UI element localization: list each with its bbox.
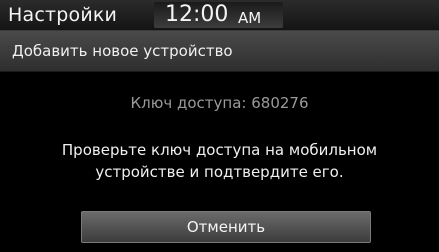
passkey-line: Ключ доступа: 680276 [0,93,439,113]
page-title: Настройки [8,4,118,26]
section-title: Добавить новое устройство [12,42,233,60]
clock: 12:00 AM [154,2,283,28]
clock-ampm: AM [238,9,262,27]
section-header: Добавить новое устройство [0,31,439,72]
clock-time: 12:00 [165,2,229,27]
cancel-button[interactable]: Отменить [81,211,371,243]
message-line-1: Проверьте ключ доступа на мобильном [61,141,378,159]
passkey-label: Ключ доступа: [130,94,247,112]
bluetooth-pairing-screen: Настройки 12:00 AM Добавить новое устрой… [0,0,439,252]
confirmation-message: Проверьте ключ доступа на мобильном устр… [20,139,419,183]
passkey-value: 680276 [251,94,309,112]
status-bar: Настройки 12:00 AM [0,0,439,31]
message-line-2: устройстве и подтвердите его. [95,163,344,181]
